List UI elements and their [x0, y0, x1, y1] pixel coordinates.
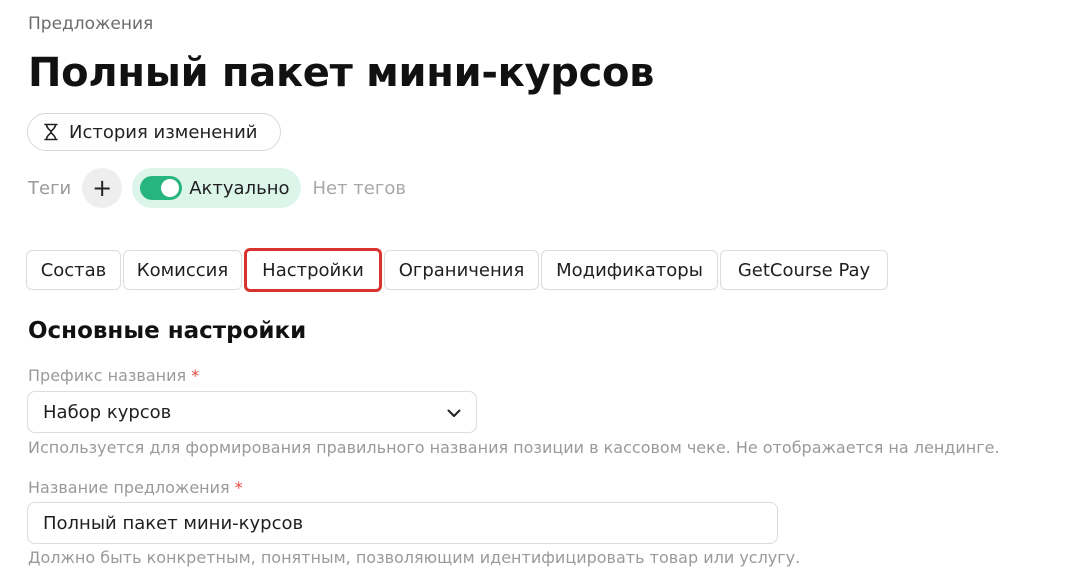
tab-composition[interactable]: Состав — [26, 250, 121, 290]
toggle-knob — [161, 179, 180, 197]
offer-name-label-text: Название предложения — [28, 478, 230, 497]
tabs: Состав Комиссия Настройки Ограничения Мо… — [26, 248, 890, 292]
chevron-down-icon — [447, 402, 461, 423]
tab-commission[interactable]: Комиссия — [123, 250, 242, 290]
hourglass-icon — [43, 123, 59, 141]
prefix-hint: Используется для формирования правильног… — [28, 438, 1000, 457]
offer-name-label: Название предложения * — [28, 478, 243, 497]
prefix-label: Префикс названия * — [28, 366, 199, 385]
prefix-select[interactable]: Набор курсов — [27, 391, 477, 433]
required-mark: * — [234, 478, 243, 497]
offer-name-input[interactable] — [27, 502, 778, 544]
section-title: Основные настройки — [28, 318, 307, 344]
offer-name-hint: Должно быть конкретным, понятным, позвол… — [28, 548, 801, 567]
breadcrumb[interactable]: Предложения — [28, 14, 153, 34]
history-button[interactable]: История изменений — [27, 113, 281, 151]
history-button-label: История изменений — [69, 121, 258, 143]
required-mark: * — [191, 366, 200, 385]
add-tag-button[interactable]: + — [82, 168, 123, 208]
tab-getcourse-pay[interactable]: GetCourse Pay — [720, 250, 888, 290]
tab-modifiers[interactable]: Модификаторы — [541, 250, 718, 290]
tab-settings[interactable]: Настройки — [244, 248, 382, 292]
tab-restrictions[interactable]: Ограничения — [384, 250, 539, 290]
prefix-select-value: Набор курсов — [43, 401, 172, 423]
plus-icon: + — [92, 174, 113, 202]
tags-row: Теги + Актуально Нет тегов — [28, 168, 406, 208]
page-title: Полный пакет мини-курсов — [28, 50, 655, 96]
status-label: Актуально — [189, 177, 290, 199]
offer-settings-page: Предложения Полный пакет мини-курсов Ист… — [0, 0, 1091, 581]
prefix-label-text: Префикс названия — [28, 366, 187, 385]
status-pill: Актуально — [132, 168, 302, 208]
no-tags-text: Нет тегов — [312, 177, 406, 199]
tags-label: Теги — [28, 177, 72, 199]
status-toggle[interactable] — [140, 176, 183, 200]
